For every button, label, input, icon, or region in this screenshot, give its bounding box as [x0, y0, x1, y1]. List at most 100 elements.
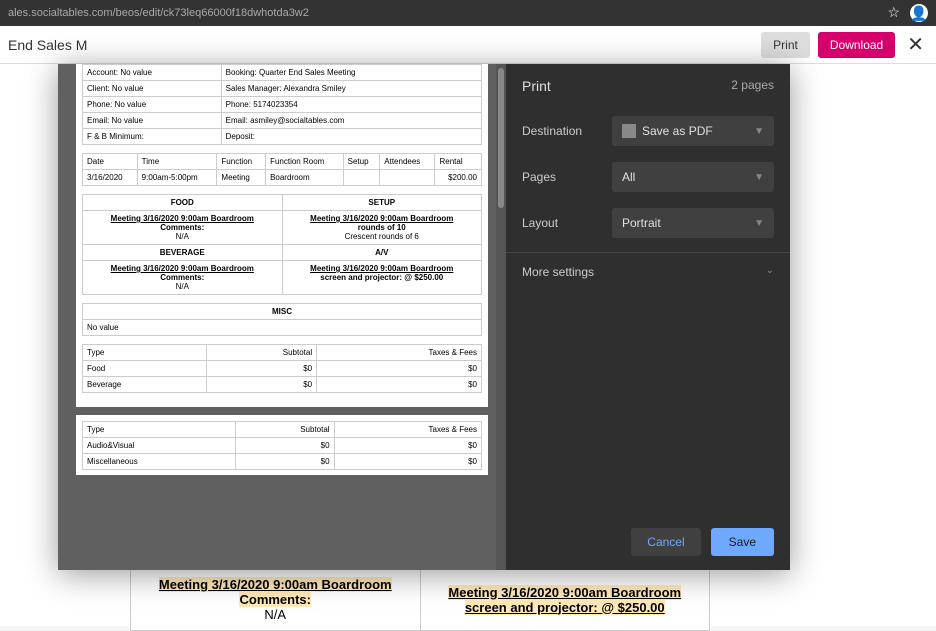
layout-row: Layout Portrait ▼	[506, 200, 790, 246]
info-phone: Phone: No value	[83, 97, 222, 113]
preview-scrollbar[interactable]	[496, 64, 506, 570]
print-settings-pane: Print 2 pages Destination Save as PDF ▼ …	[506, 64, 790, 570]
tot-h-tax: Taxes & Fees	[317, 345, 482, 361]
tot-r1-tax: $0	[317, 361, 482, 377]
page-title: End Sales M	[8, 37, 87, 53]
save-button[interactable]: Save	[711, 528, 774, 556]
layout-select[interactable]: Portrait ▼	[612, 208, 774, 238]
print-dialog: Account: No valueBooking: Quarter End Sa…	[58, 64, 790, 570]
info-deposit: Deposit:	[221, 129, 481, 145]
info-phone2: Phone: 5174023354	[221, 97, 481, 113]
detail-bev-h: BEVERAGE	[83, 245, 283, 261]
sched-func: Meeting	[217, 170, 266, 186]
chevron-down-icon: ▼	[754, 218, 764, 229]
schedule-table: Date Time Function Function Room Setup A…	[82, 153, 482, 186]
sched-h-room: Function Room	[266, 154, 344, 170]
destination-label: Destination	[522, 124, 612, 138]
destination-select[interactable]: Save as PDF ▼	[612, 116, 774, 146]
pages-label: Pages	[522, 170, 612, 184]
totals-table-1: Type Subtotal Taxes & Fees Food$0$0 Beve…	[82, 344, 482, 393]
pages-select[interactable]: All ▼	[612, 162, 774, 192]
info-email2: Email: asmiley@socialtables.com	[221, 113, 481, 129]
sched-date: 3/16/2020	[83, 170, 138, 186]
tot-r2-sub: $0	[207, 377, 317, 393]
sched-room: Boardroom	[266, 170, 344, 186]
print-title: Print	[522, 78, 551, 94]
detail-bev-cell: Meeting 3/16/2020 9:00am Boardroom Comme…	[83, 261, 283, 295]
info-email: Email: No value	[83, 113, 222, 129]
profile-icon[interactable]: 👤	[910, 4, 928, 22]
detail-rounds10: rounds of 10	[358, 223, 406, 232]
tot2-h-type: Type	[83, 422, 236, 438]
detail-setup-link[interactable]: Meeting 3/16/2020 9:00am Boardroom	[310, 214, 453, 223]
url-text: ales.socialtables.com/beos/edit/ck73leq6…	[8, 7, 887, 19]
tot-r3-sub: $0	[236, 438, 334, 454]
tot-r3: Audio&Visual	[83, 438, 236, 454]
detail-setup-h: SETUP	[282, 195, 482, 211]
sched-setup	[343, 170, 380, 186]
print-settings-footer: Cancel Save	[506, 514, 790, 570]
close-icon[interactable]: ✕	[903, 32, 928, 57]
destination-value: Save as PDF	[642, 124, 713, 138]
sched-h-func: Function	[217, 154, 266, 170]
under-bev-na: N/A	[264, 607, 286, 622]
tot-r3-tax: $0	[334, 438, 481, 454]
layout-value: Portrait	[622, 216, 661, 230]
info-manager: Sales Manager: Alexandra Smiley	[221, 81, 481, 97]
under-av-link[interactable]: Meeting 3/16/2020 9:00am Boardroom	[448, 585, 681, 600]
preview-scroll-thumb[interactable]	[498, 68, 504, 208]
bookmark-star-icon[interactable]: ☆	[887, 4, 900, 22]
under-bev-cell: Meeting 3/16/2020 9:00am Boardroom Comme…	[131, 569, 421, 631]
detail-food-na: N/A	[176, 232, 189, 241]
under-bev-link[interactable]: Meeting 3/16/2020 9:00am Boardroom	[159, 577, 392, 592]
detail-bev-comments: Comments:	[160, 273, 204, 282]
detail-crescent: Crescent rounds of 6	[345, 232, 419, 241]
under-comments-label: Comments:	[239, 592, 311, 607]
cancel-button[interactable]: Cancel	[631, 528, 700, 556]
sched-h-rental: Rental	[435, 154, 482, 170]
sched-h-att: Attendees	[380, 154, 435, 170]
pages-row: Pages All ▼	[506, 154, 790, 200]
detail-food-comments: Comments:	[160, 223, 204, 232]
sched-rental: $200.00	[435, 170, 482, 186]
tot-r4-sub: $0	[236, 454, 334, 470]
tot-h-type: Type	[83, 345, 207, 361]
print-button[interactable]: Print	[761, 32, 810, 58]
tot-r2: Beverage	[83, 377, 207, 393]
print-settings-header: Print 2 pages	[506, 64, 790, 108]
under-screen: screen and projector: @ $250.00	[465, 600, 665, 615]
info-fb: F & B Minimum:	[83, 129, 222, 145]
detail-food-h: FOOD	[83, 195, 283, 211]
tot-h-sub: Subtotal	[207, 345, 317, 361]
tot-r4: Miscellaneous	[83, 454, 236, 470]
sched-h-setup: Setup	[343, 154, 380, 170]
detail-av-link[interactable]: Meeting 3/16/2020 9:00am Boardroom	[310, 264, 453, 273]
detail-food-link[interactable]: Meeting 3/16/2020 9:00am Boardroom	[111, 214, 254, 223]
tot2-h-tax: Taxes & Fees	[334, 422, 481, 438]
sched-h-date: Date	[83, 154, 138, 170]
detail-av-h: A/V	[282, 245, 482, 261]
download-button[interactable]: Download	[818, 32, 895, 58]
tot-r4-tax: $0	[334, 454, 481, 470]
sched-h-time: Time	[137, 154, 217, 170]
page-header: End Sales M Print Download ✕	[0, 26, 936, 64]
sched-att	[380, 170, 435, 186]
info-client: Client: No value	[83, 81, 222, 97]
misc-table: MISC No value	[82, 303, 482, 336]
detail-misc-val: No value	[83, 320, 482, 336]
more-settings-toggle[interactable]: More settings ⌄	[506, 252, 790, 291]
detail-setup-cell: Meeting 3/16/2020 9:00am Boardroom round…	[282, 211, 482, 245]
sched-time: 9:00am-5:00pm	[137, 170, 217, 186]
preview-page-2: Type Subtotal Taxes & Fees Audio&Visual$…	[76, 415, 488, 475]
detail-table: FOOD SETUP Meeting 3/16/2020 9:00am Boar…	[82, 194, 482, 295]
destination-row: Destination Save as PDF ▼	[506, 108, 790, 154]
info-booking: Booking: Quarter End Sales Meeting	[221, 65, 481, 81]
tot-r1: Food	[83, 361, 207, 377]
chevron-down-icon: ▼	[754, 172, 764, 183]
info-account: Account: No value	[83, 65, 222, 81]
tot-r2-tax: $0	[317, 377, 482, 393]
tot-r1-sub: $0	[207, 361, 317, 377]
main-area: N/A Crescent rounds of 6 BEVERAGE A/V Me…	[0, 64, 936, 626]
detail-bev-link[interactable]: Meeting 3/16/2020 9:00am Boardroom	[111, 264, 254, 273]
pages-value: All	[622, 170, 635, 184]
